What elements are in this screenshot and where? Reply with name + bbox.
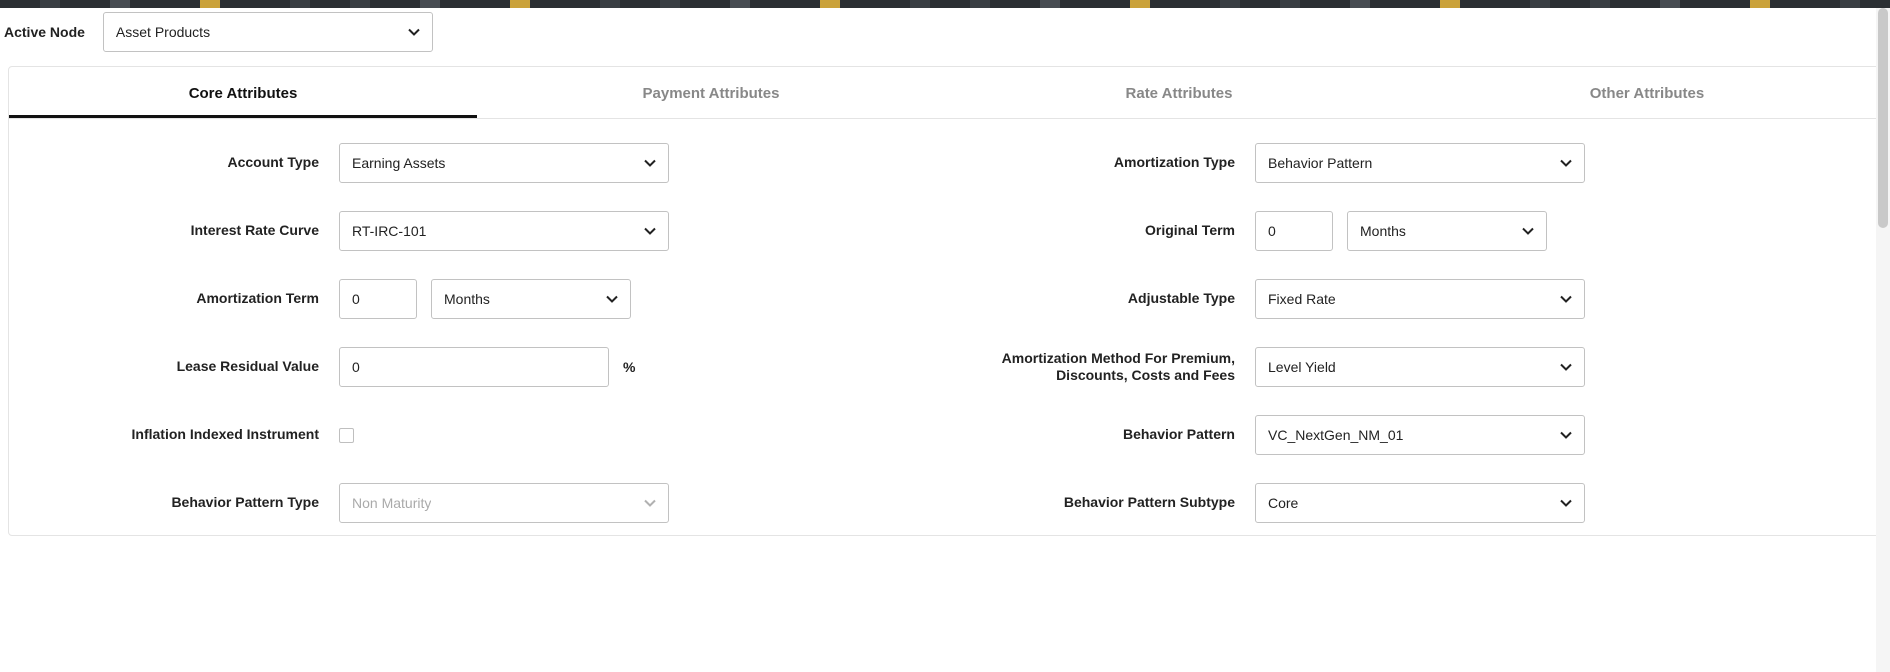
tab-rate-attributes[interactable]: Rate Attributes	[945, 67, 1413, 118]
row-adjustable-type: Adjustable Type Fixed Rate	[985, 279, 1821, 319]
interest-rate-curve-value: RT-IRC-101	[352, 223, 426, 239]
form-area: Account Type Earning Assets Interest Rat…	[9, 119, 1881, 535]
account-type-value: Earning Assets	[352, 155, 445, 171]
adjustable-type-value: Fixed Rate	[1268, 291, 1336, 307]
original-term-input[interactable]: 0	[1255, 211, 1333, 251]
active-node-label: Active Node	[4, 24, 85, 40]
amortization-term-value: 0	[352, 291, 360, 307]
amortization-term-unit-select[interactable]: Months	[431, 279, 631, 319]
amortization-type-select[interactable]: Behavior Pattern	[1255, 143, 1585, 183]
amortization-term-unit-value: Months	[444, 291, 490, 307]
tabs: Core Attributes Payment Attributes Rate …	[9, 67, 1881, 119]
row-account-type: Account Type Earning Assets	[69, 143, 905, 183]
attributes-panel: Core Attributes Payment Attributes Rate …	[8, 66, 1882, 536]
behavior-pattern-subtype-label: Behavior Pattern Subtype	[985, 494, 1235, 512]
interest-rate-curve-select[interactable]: RT-IRC-101	[339, 211, 669, 251]
chevron-down-icon	[644, 499, 656, 507]
behavior-pattern-type-label: Behavior Pattern Type	[69, 494, 319, 512]
inflation-indexed-label: Inflation Indexed Instrument	[69, 426, 319, 444]
amortization-type-value: Behavior Pattern	[1268, 155, 1372, 171]
scrollbar-thumb[interactable]	[1878, 8, 1888, 228]
lease-residual-value-label: Lease Residual Value	[69, 358, 319, 376]
original-term-value: 0	[1268, 223, 1276, 239]
row-behavior-pattern: Behavior Pattern VC_NextGen_NM_01	[985, 415, 1821, 455]
behavior-pattern-type-select: Non Maturity	[339, 483, 669, 523]
row-lease-residual-value: Lease Residual Value 0 %	[69, 347, 905, 387]
row-interest-rate-curve: Interest Rate Curve RT-IRC-101	[69, 211, 905, 251]
amortization-type-label: Amortization Type	[985, 154, 1235, 172]
lease-residual-value-unit: %	[623, 359, 635, 375]
vertical-scrollbar[interactable]	[1876, 8, 1890, 672]
tab-core-attributes[interactable]: Core Attributes	[9, 67, 477, 118]
amort-method-pdcf-value: Level Yield	[1268, 359, 1336, 375]
row-amortization-type: Amortization Type Behavior Pattern	[985, 143, 1821, 183]
adjustable-type-select[interactable]: Fixed Rate	[1255, 279, 1585, 319]
row-inflation-indexed: Inflation Indexed Instrument	[69, 415, 905, 455]
inflation-indexed-checkbox[interactable]	[339, 428, 354, 443]
row-behavior-pattern-subtype: Behavior Pattern Subtype Core	[985, 483, 1821, 523]
row-amort-method-pdcf: Amortization Method For Premium, Discoun…	[985, 347, 1821, 387]
behavior-pattern-subtype-value: Core	[1268, 495, 1298, 511]
chevron-down-icon	[1560, 431, 1572, 439]
chevron-down-icon	[1560, 159, 1572, 167]
amortization-term-label: Amortization Term	[69, 290, 319, 308]
chevron-down-icon	[1560, 499, 1572, 507]
chevron-down-icon	[606, 295, 618, 303]
behavior-pattern-type-value: Non Maturity	[352, 495, 431, 511]
chevron-down-icon	[1560, 295, 1572, 303]
window-decoration-strip	[0, 0, 1890, 8]
form-left-column: Account Type Earning Assets Interest Rat…	[69, 143, 905, 523]
behavior-pattern-label: Behavior Pattern	[985, 426, 1235, 444]
behavior-pattern-subtype-select[interactable]: Core	[1255, 483, 1585, 523]
lease-residual-value-value: 0	[352, 359, 360, 375]
account-type-select[interactable]: Earning Assets	[339, 143, 669, 183]
original-term-unit-value: Months	[1360, 223, 1406, 239]
lease-residual-value-input[interactable]: 0	[339, 347, 609, 387]
chevron-down-icon	[1522, 227, 1534, 235]
active-node-row: Active Node Asset Products	[0, 8, 1890, 66]
form-right-column: Amortization Type Behavior Pattern Origi…	[985, 143, 1821, 523]
behavior-pattern-value: VC_NextGen_NM_01	[1268, 427, 1403, 443]
adjustable-type-label: Adjustable Type	[985, 290, 1235, 308]
interest-rate-curve-label: Interest Rate Curve	[69, 222, 319, 240]
original-term-label: Original Term	[985, 222, 1235, 240]
amort-method-pdcf-label: Amortization Method For Premium, Discoun…	[985, 350, 1235, 385]
chevron-down-icon	[1560, 363, 1572, 371]
tab-other-attributes[interactable]: Other Attributes	[1413, 67, 1881, 118]
account-type-label: Account Type	[69, 154, 319, 172]
amortization-term-input[interactable]: 0	[339, 279, 417, 319]
original-term-unit-select[interactable]: Months	[1347, 211, 1547, 251]
row-amortization-term: Amortization Term 0 Months	[69, 279, 905, 319]
row-original-term: Original Term 0 Months	[985, 211, 1821, 251]
chevron-down-icon	[644, 159, 656, 167]
chevron-down-icon	[408, 28, 420, 36]
active-node-value: Asset Products	[116, 24, 210, 40]
behavior-pattern-select[interactable]: VC_NextGen_NM_01	[1255, 415, 1585, 455]
tab-payment-attributes[interactable]: Payment Attributes	[477, 67, 945, 118]
active-node-select[interactable]: Asset Products	[103, 12, 433, 52]
chevron-down-icon	[644, 227, 656, 235]
amort-method-pdcf-select[interactable]: Level Yield	[1255, 347, 1585, 387]
row-behavior-pattern-type: Behavior Pattern Type Non Maturity	[69, 483, 905, 523]
